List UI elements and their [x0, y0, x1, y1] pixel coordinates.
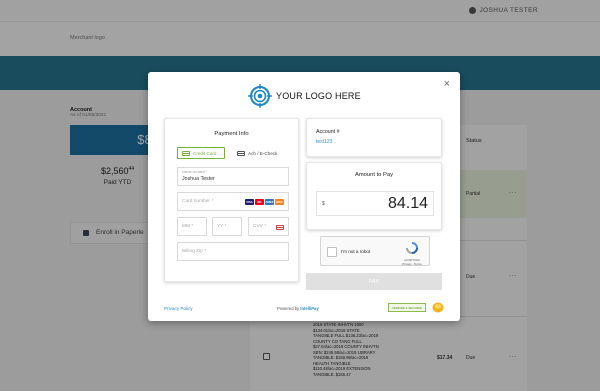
expiry-year-placeholder: YY *: [217, 224, 227, 229]
powered-by-brand: IntelliPay: [300, 306, 319, 311]
security-badge: VERIFIED & SECURED: [388, 303, 426, 312]
account-number-panel: Account # test123: [306, 118, 442, 157]
currency-symbol: $: [322, 201, 325, 207]
expiry-month-field[interactable]: MM *: [177, 217, 207, 236]
amount-panel: Amount to Pay $ 84.14: [306, 162, 442, 230]
cvv-field[interactable]: CVV *: [248, 217, 289, 236]
recaptcha-widget: I'm not a robot reCAPTCHA Privacy - Term…: [320, 236, 430, 266]
name-on-card-value: Joshua Tester: [182, 176, 215, 182]
privacy-policy-link[interactable]: Privacy Policy: [164, 306, 193, 311]
payment-info-panel: Payment Info Credit Card Ach / E-Check N…: [164, 118, 299, 282]
recaptcha-checkbox[interactable]: [327, 247, 337, 257]
payment-info-title: Payment Info: [214, 131, 249, 137]
recaptcha-icon: [406, 242, 418, 254]
tab-ach-label: Ach / E-Check: [248, 150, 278, 156]
cvv-card-icon: [276, 225, 284, 230]
seal-icon: [432, 302, 444, 313]
brand-logo: YOUR LOGO HERE: [248, 84, 361, 108]
target-logo-icon: [248, 84, 272, 108]
tab-ach-echeck[interactable]: Ach / E-Check: [237, 147, 295, 159]
discover-icon: DISC: [275, 199, 284, 205]
mastercard-icon: MC: [255, 199, 264, 205]
card-number-placeholder: Card number *: [182, 199, 214, 204]
card-brands: VISA MC AMEX DISC: [245, 199, 284, 205]
recaptcha-links[interactable]: Privacy - Terms: [402, 262, 422, 267]
payment-modal: × YOUR LOGO HERE Payment Info Credit Car…: [148, 72, 460, 321]
close-icon[interactable]: ×: [444, 79, 450, 90]
visa-icon: VISA: [245, 199, 254, 205]
amex-icon: AMEX: [265, 199, 274, 205]
pay-button[interactable]: PAY: [306, 273, 442, 290]
credit-card-icon: [182, 150, 190, 156]
expiry-year-field[interactable]: YY *: [212, 217, 242, 236]
account-number-value: test123: [316, 139, 333, 145]
cvv-placeholder: CVV *: [253, 224, 267, 229]
recaptcha-logo: reCAPTCHA Privacy - Terms: [402, 241, 422, 266]
tab-credit-card-label: Credit Card: [193, 150, 217, 156]
bank-check-icon: [237, 150, 245, 156]
recaptcha-label: I'm not a robot: [341, 249, 371, 254]
name-on-card-field[interactable]: Name on card * Joshua Tester: [177, 167, 289, 186]
amount-input[interactable]: $ 84.14: [316, 191, 434, 216]
billing-zip-field[interactable]: Billing Zip *: [177, 242, 289, 261]
name-on-card-label: Name on card *: [182, 170, 207, 174]
amount-title: Amount to Pay: [354, 172, 394, 178]
amount-value: 84.14: [387, 195, 428, 212]
tab-credit-card[interactable]: Credit Card: [177, 147, 225, 159]
powered-by: Powered by IntelliPay: [277, 306, 319, 311]
logo-text: YOUR LOGO HERE: [276, 91, 361, 101]
powered-by-prefix: Powered by: [277, 306, 300, 311]
expiry-month-placeholder: MM *: [182, 224, 194, 229]
account-number-label: Account #: [316, 129, 340, 135]
card-number-field[interactable]: Card number * VISA MC AMEX DISC: [177, 192, 289, 211]
billing-zip-placeholder: Billing Zip *: [182, 249, 206, 254]
